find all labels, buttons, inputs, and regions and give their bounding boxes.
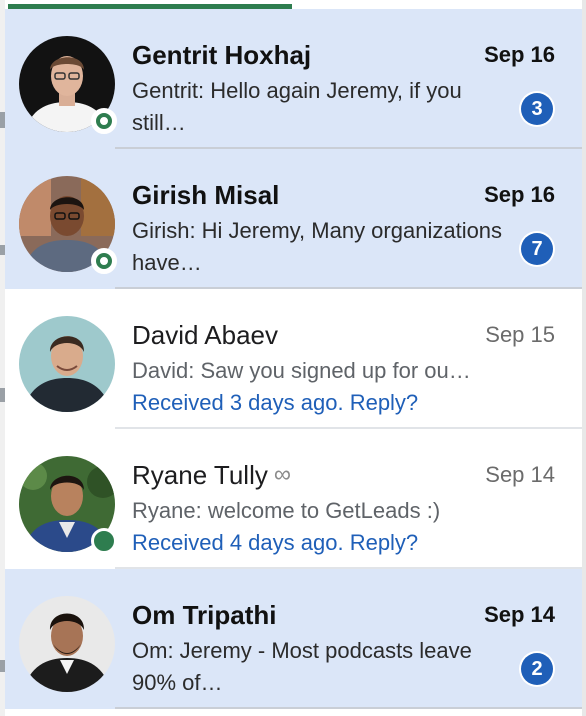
avatar-photo-david [19,316,115,412]
background-fragment [0,388,5,402]
conversation-item[interactable]: David Abaev Sep 15 David: Saw you signed… [5,289,582,429]
infinity-icon: ∞ [273,461,291,488]
divider [115,707,582,709]
message-date: Sep 14 [484,602,555,627]
message-date: Sep 16 [484,42,555,67]
background-fragment [0,245,5,255]
conversation-item[interactable]: Gentrit Hoxhaj Sep 16 Gentrit: Hello aga… [5,9,582,149]
avatar[interactable] [19,456,117,554]
avatar[interactable] [19,596,115,692]
conversation-list: Gentrit Hoxhaj Sep 16 Gentrit: Hello aga… [5,9,582,709]
reply-reminder-link[interactable]: Received 4 days ago. Reply? [132,527,418,559]
tab-bar [0,0,586,9]
contact-name[interactable]: Ryane Tully [132,460,268,490]
avatar[interactable] [19,176,117,274]
contact-name[interactable]: Girish Misal [132,179,279,211]
message-preview: Gentrit: Hello again Jeremy, if you stil… [132,78,462,135]
reply-reminder-link[interactable]: Received 3 days ago. Reply? [132,387,418,419]
background-fragment [0,660,5,672]
message-preview: Om: Jeremy - Most podcasts leave 90% of… [132,638,472,695]
background-fragment [0,112,5,128]
contact-name[interactable]: Om Tripathi [132,599,276,631]
avatar[interactable] [19,36,117,134]
message-date: Sep 15 [485,322,555,347]
message-date: Sep 16 [484,182,555,207]
message-preview: David: Saw you signed up for ou… [132,358,471,383]
background-app-edge [0,0,5,716]
unread-count-badge: 2 [521,653,553,685]
contact-name-row[interactable]: Ryane Tully ∞ [132,459,291,493]
avatar-photo-om [19,596,115,692]
contact-name[interactable]: David Abaev [132,319,278,351]
conversation-item[interactable]: Girish Misal Sep 16 Girish: Hi Jeremy, M… [5,149,582,289]
message-preview: Girish: Hi Jeremy, Many organizations ha… [132,218,503,275]
conversation-item[interactable]: Ryane Tully ∞ Sep 14 Ryane: welcome to Ge… [5,429,582,569]
active-tab-indicator [8,4,292,9]
messaging-conversation-list-panel: Gentrit Hoxhaj Sep 16 Gentrit: Hello aga… [0,0,586,716]
message-preview: Ryane: welcome to GetLeads :) [132,498,441,523]
online-status-icon [91,108,117,134]
unread-count-badge: 3 [521,93,553,125]
avatar[interactable] [19,316,115,412]
scrollbar-track[interactable] [582,0,586,716]
unread-count-badge: 7 [521,233,553,265]
message-date: Sep 14 [485,462,555,487]
online-status-icon [91,528,117,554]
conversation-item[interactable]: Om Tripathi Sep 14 Om: Jeremy - Most pod… [5,569,582,709]
online-status-icon [91,248,117,274]
contact-name[interactable]: Gentrit Hoxhaj [132,39,311,71]
